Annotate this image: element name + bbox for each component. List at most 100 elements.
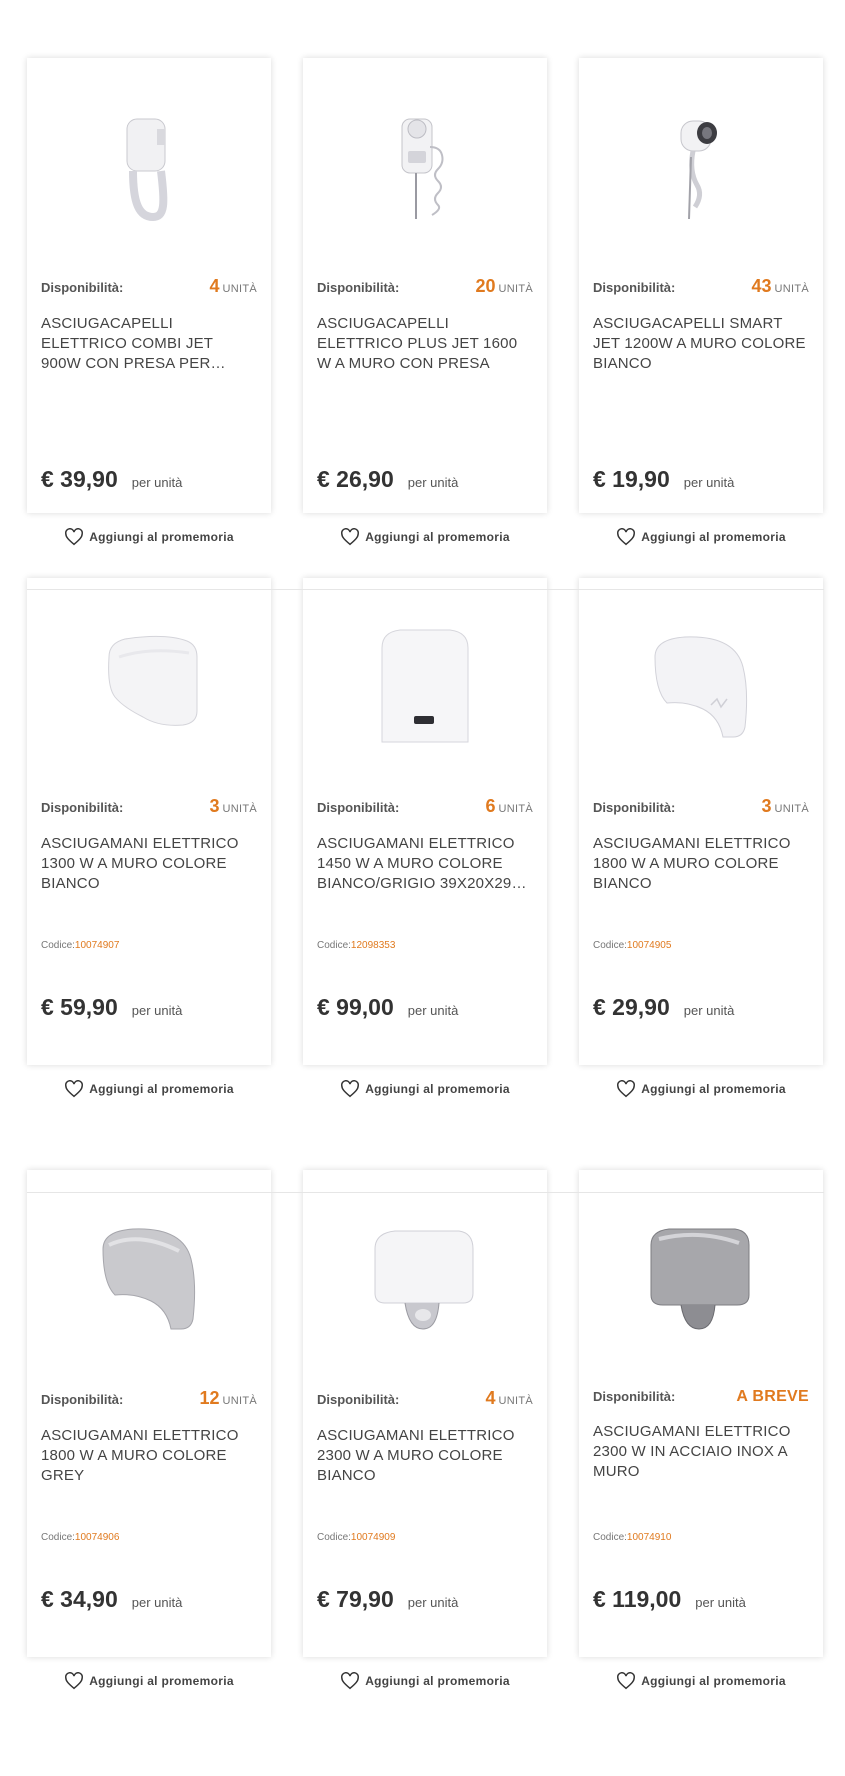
product-code-value: 10074909 [350,1532,396,1543]
price-row: € 29,90 per unità [593,994,809,1021]
price-row: € 99,00 per unità [317,994,533,1021]
price-row: € 26,90 per unità [317,466,533,493]
product-title[interactable]: ASCIUGACAPELLI SMART JET 1200W A MURO CO… [593,314,809,374]
product-card-wrapper: Disponibilità: 20 UNITÀ ASCIUGACAPELLI EL… [303,58,547,546]
unit-label: UNITÀ [222,1395,257,1407]
price: € 99,00 [317,994,394,1020]
product-card[interactable]: Disponibilità: 12 UNITÀ ASCIUGAMANI ELETT… [27,1170,271,1657]
heart-icon [341,1672,360,1690]
availability: Disponibilità: 3 UNITÀ [41,796,257,818]
heart-icon [341,528,360,546]
add-to-reminder-button[interactable]: Aggiungi al promemoria [27,1065,271,1113]
product-code: Codice:10074905 [593,940,672,951]
product-image[interactable] [41,1170,257,1388]
product-image[interactable] [41,578,257,796]
per-unit-label: per unità [131,1595,183,1610]
product-card[interactable]: Disponibilità: 6 UNITÀ ASCIUGAMANI ELETTR… [303,578,547,1065]
product-code-value: 10074907 [74,940,120,951]
availability-count: 20 [475,276,496,296]
add-to-reminder-button[interactable]: Aggiungi al promemoria [303,513,547,561]
unit-label: UNITÀ [498,803,533,815]
product-title[interactable]: ASCIUGAMANI ELETTRICO 1800 W A MURO COLO… [41,1426,257,1486]
product-code-value: 10074906 [74,1532,120,1543]
add-to-reminder-button[interactable]: Aggiungi al promemoria [27,513,271,561]
product-card-wrapper: Disponibilità: 3 UNITÀ ASCIUGAMANI ELETTR… [579,578,823,1134]
availability-label: Disponibilità: [593,1389,676,1404]
hair-dryer-combi-icon [126,118,168,222]
product-card-wrapper: Disponibilità: 43 UNITÀ ASCIUGACAPELLI SM… [579,58,823,546]
availability: Disponibilità: 4 UNITÀ [317,1388,533,1410]
product-code [41,420,257,434]
product-image[interactable] [593,58,809,276]
product-card[interactable]: Disponibilità: 4 UNITÀ ASCIUGACAPELLI ELE… [27,58,271,513]
product-card[interactable]: Disponibilità: 43 UNITÀ ASCIUGACAPELLI SM… [579,58,823,513]
hand-dryer-white-icon [108,635,198,726]
add-to-reminder-label: Aggiungi al promemoria [89,530,234,544]
product-image[interactable] [317,1170,533,1388]
product-row: Disponibilità: 12 UNITÀ ASCIUGAMANI ELETT… [27,1170,827,1726]
add-to-reminder-label: Aggiungi al promemoria [365,530,510,544]
product-title[interactable]: ASCIUGACAPELLI ELETTRICO PLUS JET 1600 W… [317,314,533,374]
hand-dryer-nozzle-white-icon [374,1230,474,1330]
product-card[interactable]: Disponibilità: 20 UNITÀ ASCIUGACAPELLI EL… [303,58,547,513]
per-unit-label: per unità [683,475,735,490]
add-to-reminder-label: Aggiungi al promemoria [641,530,786,544]
unit-label: UNITÀ [774,803,809,815]
price-row: € 34,90 per unità [41,1586,257,1613]
per-unit-label: per unità [407,1003,459,1018]
hair-dryer-smart-icon [680,120,717,220]
heart-icon [65,1080,84,1098]
availability-count: 43 [751,276,772,296]
availability: Disponibilità: 6 UNITÀ [317,796,533,818]
product-image[interactable] [41,58,257,276]
row-divider [27,589,824,590]
price: € 34,90 [41,1586,118,1612]
product-card-wrapper: Disponibilità: 4 UNITÀ ASCIUGACAPELLI ELE… [27,58,271,546]
product-title[interactable]: ASCIUGAMANI ELETTRICO 1300 W A MURO COLO… [41,834,257,894]
availability-label: Disponibilità: [41,800,124,815]
product-title[interactable]: ASCIUGAMANI ELETTRICO 2300 W IN ACCIAIO … [593,1422,809,1482]
product-title[interactable]: ASCIUGAMANI ELETTRICO 1450 W A MURO COLO… [317,834,533,894]
product-code [593,420,809,434]
per-unit-label: per unità [407,475,459,490]
row-divider [27,1192,824,1193]
availability-count: 3 [209,796,220,816]
availability-label: Disponibilità: [593,280,676,295]
product-image[interactable] [593,578,809,796]
availability-count: 4 [209,276,220,296]
product-title[interactable]: ASCIUGAMANI ELETTRICO 1800 W A MURO COLO… [593,834,809,894]
price-row: € 19,90 per unità [593,466,809,493]
product-code: Codice:10074907 [41,940,120,951]
product-card[interactable]: Disponibilità: A BREVE ASCIUGAMANI ELETT… [579,1170,823,1657]
price: € 119,00 [593,1586,682,1612]
hand-dryer-dome-grey-icon [102,1228,196,1330]
price-row: € 39,90 per unità [41,466,257,493]
product-image[interactable] [593,1170,809,1388]
price: € 29,90 [593,994,670,1020]
availability-label: Disponibilità: [317,800,400,815]
product-card-wrapper: Disponibilità: 3 UNITÀ ASCIUGAMANI ELETTR… [27,578,271,1134]
product-image[interactable] [317,578,533,796]
product-card[interactable]: Disponibilità: 4 UNITÀ ASCIUGAMANI ELETTR… [303,1170,547,1657]
price-row: € 59,90 per unità [41,994,257,1021]
add-to-reminder-button[interactable]: Aggiungi al promemoria [579,513,823,561]
add-to-reminder-button[interactable]: Aggiungi al promemoria [303,1065,547,1113]
add-to-reminder-button[interactable]: Aggiungi al promemoria [579,1065,823,1113]
heart-icon [617,528,636,546]
product-image[interactable] [317,58,533,276]
add-to-reminder-button[interactable]: Aggiungi al promemoria [579,1657,823,1705]
add-to-reminder-label: Aggiungi al promemoria [641,1674,786,1688]
add-to-reminder-button[interactable]: Aggiungi al promemoria [303,1657,547,1705]
add-to-reminder-label: Aggiungi al promemoria [89,1082,234,1096]
product-card[interactable]: Disponibilità: 3 UNITÀ ASCIUGAMANI ELETTR… [27,578,271,1065]
product-card[interactable]: Disponibilità: 3 UNITÀ ASCIUGAMANI ELETTR… [579,578,823,1065]
product-title[interactable]: ASCIUGAMANI ELETTRICO 2300 W A MURO COLO… [317,1426,533,1486]
product-title[interactable]: ASCIUGACAPELLI ELETTRICO COMBI JET 900W … [41,314,257,374]
per-unit-label: per unità [131,475,183,490]
product-code: Codice:10074910 [593,1532,672,1543]
product-code-value: 10074905 [626,940,672,951]
product-code: Codice:10074909 [317,1532,396,1543]
hand-dryer-nozzle-steel-icon [650,1228,750,1330]
availability-count: 12 [199,1388,220,1408]
add-to-reminder-button[interactable]: Aggiungi al promemoria [27,1657,271,1705]
